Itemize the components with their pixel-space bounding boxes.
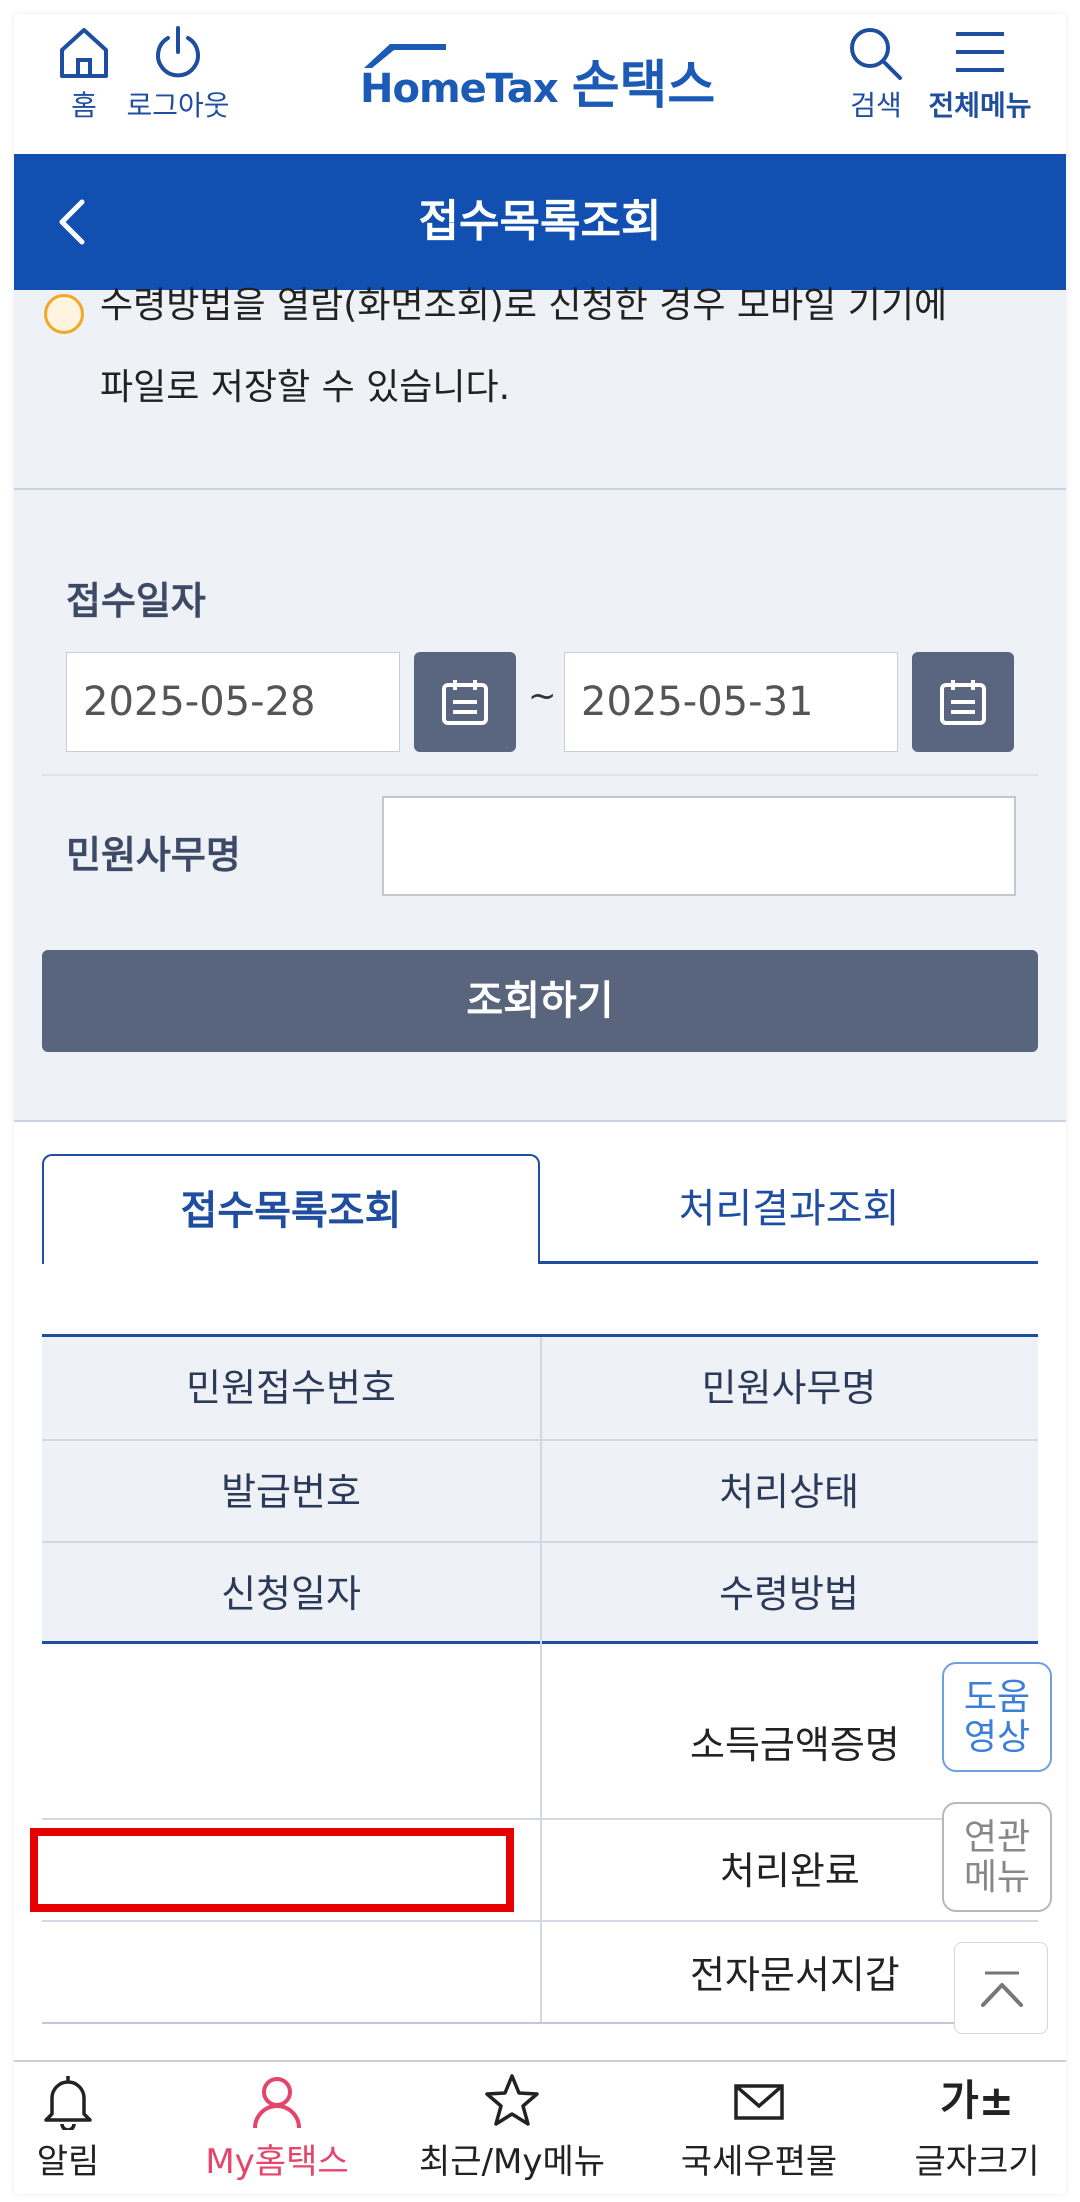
app-root: 홈 로그아웃 HomeTax 손택스 검색 전체메뉴 접수목록조회 수령방법을 … [0,0,1080,2202]
notice-line-2: 파일로 저장할 수 있습니다. [100,367,511,408]
mail-icon [734,2084,784,2120]
font-size-icon: 가± [940,2076,1014,2125]
nav-tax-mail[interactable]: 국세우편물 [674,2072,844,2183]
page-header: 접수목록조회 [14,154,1066,290]
logo-text: HomeTax [360,66,559,112]
bell-icon [44,2076,92,2130]
result-tabs: 접수목록조회 처리결과조회 [42,1154,1038,1266]
logout-button[interactable]: 로그아웃 [118,24,238,124]
related-menu-button[interactable]: 연관 메뉴 [942,1802,1052,1912]
hometax-logo[interactable]: HomeTax 손택스 [360,40,715,120]
search-submit-button[interactable]: 조회하기 [42,950,1038,1052]
home-icon [60,28,108,78]
search-icon [850,28,902,80]
nav-alarm[interactable]: 알림 [28,2072,108,2183]
search-button[interactable]: 검색 [836,24,916,124]
home-button[interactable]: 홈 [54,24,114,124]
top-bar: 홈 로그아웃 HomeTax 손택스 검색 전체메뉴 [14,14,1066,154]
help-video-button[interactable]: 도움 영상 [942,1662,1052,1772]
search-form: 접수일자 2025-05-28 ~ 2025-05-31 민원사무명 조회하기 [14,490,1066,1122]
nav-font-size-label: 글자크기 [914,2142,1040,2182]
row-divider [42,1920,1038,1922]
tab-result-list[interactable]: 처리결과조회 [540,1154,1038,1264]
home-label: 홈 [71,89,97,122]
table-header: 민원접수번호 민원사무명 발급번호 처리상태 신청일자 수령방법 [42,1334,1038,1645]
star-icon [485,2074,539,2126]
chevron-up-icon [981,1971,1023,2007]
related-menu-line-1: 연관 [963,1817,1031,1858]
nav-my-hometax-label: My홈택스 [205,2142,349,2182]
power-icon [156,26,200,78]
date-range-tilde: ~ [528,676,557,716]
nav-my-hometax[interactable]: My홈택스 [182,2072,372,2183]
header-receipt-no: 민원접수번호 [186,1366,396,1410]
full-menu-button[interactable]: 전체메뉴 [920,24,1040,124]
header-receive-method: 수령방법 [719,1572,859,1616]
notice-box: 수령방법을 열람(화면조회)로 신청한 경우 모바일 기기에 파일로 저장할 수… [14,285,1066,490]
calendar-icon [940,680,986,725]
full-menu-label: 전체메뉴 [928,89,1032,122]
nav-recent-menu-label: 최근/My메뉴 [418,2142,606,2182]
header-column-divider [540,1337,542,1645]
notice-line-1: 수령방법을 열람(화면조회)로 신청한 경우 모바일 기기에 [100,285,948,326]
row-bottom-border [42,2022,1038,2024]
page-title: 접수목록조회 [418,196,662,247]
calendar-icon [442,680,488,725]
nav-font-size[interactable]: 가± 글자크기 [902,2072,1052,2183]
header-apply-date: 신청일자 [221,1572,361,1616]
date-label: 접수일자 [66,579,206,623]
header-service-name: 민원사무명 [701,1366,877,1410]
logo-korean: 손택스 [571,55,716,116]
date-to-calendar-button[interactable] [912,652,1014,752]
tab-receipt-list[interactable]: 접수목록조회 [42,1154,540,1264]
help-video-line-2: 영상 [963,1717,1031,1758]
date-from-input[interactable]: 2025-05-28 [66,652,400,752]
date-from-calendar-button[interactable] [414,652,516,752]
bottom-nav: 알림 My홈택스 최근/My메뉴 국세우편물 가± 글자크기 [14,2060,1066,2194]
hamburger-icon [956,32,1004,72]
nav-recent-menu[interactable]: 최근/My메뉴 [412,2072,612,2183]
related-menu-line-2: 메뉴 [963,1857,1031,1898]
header-issue-no: 발급번호 [221,1470,361,1514]
app-frame: 홈 로그아웃 HomeTax 손택스 검색 전체메뉴 접수목록조회 수령방법을 … [14,14,1066,2194]
service-name-label: 민원사무명 [66,833,241,877]
row-divider [42,1818,1038,1820]
help-video-line-1: 도움 [963,1677,1031,1718]
header-status: 처리상태 [719,1470,859,1514]
person-icon [253,2077,301,2129]
service-name-input[interactable] [382,796,1016,896]
form-divider [42,774,1038,776]
highlight-box [30,1828,514,1912]
search-label: 검색 [850,89,902,122]
nav-alarm-label: 알림 [36,2142,100,2182]
nav-tax-mail-label: 국세우편물 [680,2142,838,2182]
logout-label: 로그아웃 [126,89,230,122]
scroll-top-button[interactable] [954,1942,1048,2034]
date-to-input[interactable]: 2025-05-31 [564,652,898,752]
speaker-icon [44,294,84,334]
